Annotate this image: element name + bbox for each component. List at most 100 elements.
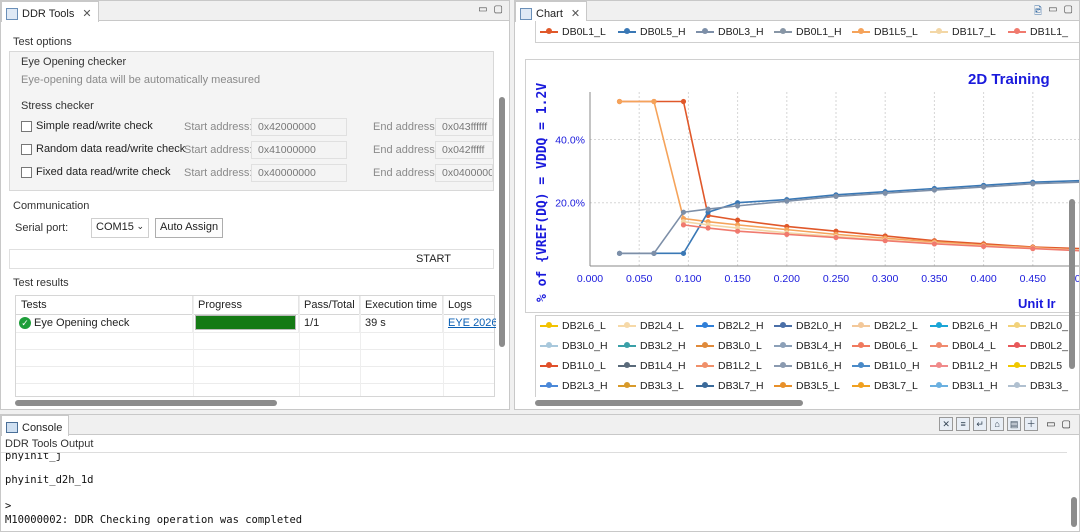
- legend-item[interactable]: DB1L1_: [1008, 26, 1068, 38]
- legend-item[interactable]: DB0L5_H: [618, 26, 686, 38]
- maximize-icon[interactable]: ▢: [1062, 419, 1071, 430]
- cell-log-link[interactable]: EYE 20260: [443, 314, 496, 332]
- legend-item[interactable]: DB1L2_H: [930, 360, 998, 372]
- minimize-icon[interactable]: ▭: [1046, 419, 1055, 430]
- chart-area: 0.000 0.050 0.100 0.150 0.200 0.250 0.300 0.350…: [525, 59, 1079, 313]
- chart-horizontal-scrollbar[interactable]: [535, 400, 803, 406]
- legend-item[interactable]: DB2L4_L: [618, 320, 684, 332]
- legend-item[interactable]: DB2L6_L: [540, 320, 606, 332]
- ddr-vertical-scrollbar[interactable]: [499, 97, 505, 347]
- console-output[interactable]: phyinit_j phyinit_d2h_1d > M10000002: DD…: [1, 452, 1067, 531]
- data-point: [784, 198, 790, 204]
- legend-item[interactable]: DB1L6_H: [774, 360, 842, 372]
- legend-item[interactable]: DB0L3_H: [696, 26, 764, 38]
- fixed-end-address[interactable]: 0x0400000: [435, 164, 493, 182]
- legend-item[interactable]: DB2L2_H: [696, 320, 764, 332]
- console-line: phyinit_d2h_1d: [5, 474, 94, 486]
- export-image-icon[interactable]: 🖻: [1034, 4, 1042, 21]
- data-point: [705, 206, 711, 212]
- data-point: [882, 238, 888, 244]
- legend-swatch: [930, 342, 948, 348]
- fixed-start-address[interactable]: 0x40000000: [251, 164, 347, 182]
- legend-item[interactable]: DB1L5_L: [852, 26, 918, 38]
- data-point: [651, 250, 657, 256]
- minimize-icon[interactable]: ▭: [478, 4, 487, 15]
- legend-item[interactable]: DB3L7_H: [696, 380, 764, 392]
- console-vertical-scrollbar[interactable]: [1071, 497, 1077, 527]
- legend-item[interactable]: DB3L4_H: [774, 340, 842, 352]
- legend-item[interactable]: DB3L2_H: [618, 340, 686, 352]
- random-end-address[interactable]: 0x042fffff: [435, 141, 493, 159]
- legend-label: DB2L0_: [1030, 320, 1068, 332]
- legend-swatch: [852, 28, 870, 34]
- legend-item[interactable]: DB1L2_L: [696, 360, 762, 372]
- legend-label: DB0L5_H: [640, 26, 686, 38]
- scroll-lock-icon[interactable]: ≡: [956, 417, 971, 431]
- legend-item[interactable]: DB2L2_L: [852, 320, 918, 332]
- legend-item[interactable]: DB0L2_: [1008, 340, 1068, 352]
- cell-time: 39 s: [360, 314, 443, 332]
- auto-assign-button[interactable]: Auto Assign: [155, 218, 224, 238]
- legend-item[interactable]: DB0L1_L: [540, 26, 606, 38]
- clear-console-icon[interactable]: ✕: [939, 417, 954, 431]
- legend-item[interactable]: DB0L1_H: [774, 26, 842, 38]
- maximize-icon[interactable]: ▢: [494, 4, 503, 15]
- chart-vertical-scrollbar[interactable]: [1069, 199, 1075, 369]
- legend-swatch: [696, 342, 714, 348]
- eye-opening-title: Eye Opening checker: [21, 56, 127, 68]
- word-wrap-icon[interactable]: ↵: [973, 417, 988, 431]
- col-logs: Logs: [448, 299, 472, 311]
- legend-item[interactable]: DB2L5: [1008, 360, 1062, 372]
- maximize-icon[interactable]: ▢: [1064, 4, 1073, 21]
- legend-item[interactable]: DB1L0_L: [540, 360, 606, 372]
- display-console-icon[interactable]: ▤: [1007, 417, 1022, 431]
- simple-end-address[interactable]: 0x043ffffff: [435, 118, 493, 136]
- legend-item[interactable]: DB1L7_L: [930, 26, 996, 38]
- test-results-heading: Test results: [13, 277, 69, 289]
- legend-item[interactable]: DB3L3_: [1008, 380, 1068, 392]
- legend-item[interactable]: DB0L4_L: [930, 340, 996, 352]
- col-divider: [360, 296, 361, 396]
- col-divider: [299, 296, 300, 396]
- tab-console[interactable]: Console: [1, 415, 70, 436]
- results-horizontal-scrollbar[interactable]: [15, 400, 277, 406]
- legend-item[interactable]: DB3L0_L: [696, 340, 762, 352]
- table-row[interactable]: ✓ Eye Opening check 1/1 39 s EYE 20260: [16, 314, 496, 332]
- x-tick-label: 0.300: [872, 273, 898, 285]
- legend-item[interactable]: DB3L1_H: [930, 380, 998, 392]
- close-icon[interactable]: ✕: [571, 7, 580, 20]
- window-controls: ▭ ▢: [478, 4, 503, 15]
- open-console-icon[interactable]: ＋: [1024, 417, 1039, 431]
- random-check-checkbox[interactable]: [21, 143, 32, 155]
- legend-label: DB1L0_H: [874, 360, 920, 372]
- legend-item[interactable]: DB3L5_L: [774, 380, 840, 392]
- legend-item[interactable]: DB0L6_L: [852, 340, 918, 352]
- legend-item[interactable]: DB2L0_: [1008, 320, 1068, 332]
- pin-console-icon[interactable]: ⌂: [990, 417, 1005, 431]
- legend-item[interactable]: DB1L0_H: [852, 360, 920, 372]
- tab-ddr-tools[interactable]: DDR Tools ✕: [1, 1, 99, 22]
- legend-label: DB2L2_H: [718, 320, 764, 332]
- simple-start-address[interactable]: 0x42000000: [251, 118, 347, 136]
- legend-item[interactable]: DB1L4_H: [618, 360, 686, 372]
- tab-ddr-tools-label: DDR Tools: [22, 7, 75, 20]
- legend-item[interactable]: DB3L7_L: [852, 380, 918, 392]
- data-point: [833, 193, 839, 199]
- legend-swatch: [540, 322, 558, 328]
- start-button[interactable]: START: [9, 249, 494, 269]
- close-icon[interactable]: ✕: [82, 7, 91, 20]
- legend-item[interactable]: DB3L3_L: [618, 380, 684, 392]
- row-divider: [16, 383, 494, 384]
- tab-chart[interactable]: Chart ✕: [515, 1, 588, 22]
- legend-item[interactable]: DB2L3_H: [540, 380, 608, 392]
- minimize-icon[interactable]: ▭: [1048, 4, 1057, 21]
- y-axis-label: % of {VREF(DQ) = VDDQ = 1.2V: [535, 83, 550, 302]
- legend-item[interactable]: DB3L0_H: [540, 340, 608, 352]
- legend-swatch: [852, 362, 870, 368]
- legend-item[interactable]: DB2L0_H: [774, 320, 842, 332]
- legend-item[interactable]: DB2L6_H: [930, 320, 998, 332]
- fixed-check-checkbox[interactable]: [21, 166, 32, 178]
- random-start-address[interactable]: 0x41000000: [251, 141, 347, 159]
- serial-port-select[interactable]: COM15 ⌄: [91, 218, 149, 238]
- simple-check-checkbox[interactable]: [21, 120, 32, 132]
